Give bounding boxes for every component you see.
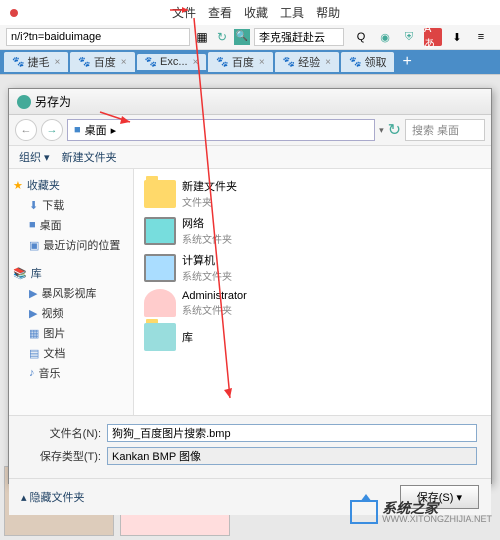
tree-favorites[interactable]: ★收藏夹 (13, 175, 129, 195)
filename-label: 文件名(N): (23, 425, 101, 441)
refresh-nav-icon[interactable]: ↻ (388, 120, 401, 140)
chevron-up-icon: ▴ (21, 491, 27, 504)
close-icon[interactable]: × (54, 57, 60, 68)
list-item[interactable]: Administrator系统文件夹 (142, 286, 483, 320)
new-folder-button[interactable]: 新建文件夹 (62, 149, 117, 165)
paw-icon: 🐾 (283, 57, 295, 68)
music-icon: ♪ (29, 367, 35, 379)
chevron-right-icon: ▸ (111, 124, 117, 137)
desktop-icon: ■ (74, 124, 81, 136)
menu-fav[interactable]: 收藏 (244, 4, 268, 21)
save-as-dialog: 另存为 ← → ■ 桌面 ▸ ▾ ↻ 搜索 桌面 组织 ▾ 新建文件夹 ★收藏夹… (8, 88, 492, 484)
tree-documents[interactable]: ▤文档 (13, 343, 129, 363)
star-icon: ★ (13, 179, 23, 192)
close-icon[interactable]: × (121, 57, 127, 68)
close-icon[interactable]: × (259, 57, 265, 68)
refresh-icon[interactable]: ↻ (214, 29, 230, 45)
filetype-label: 保存类型(T): (23, 448, 101, 464)
video-icon: ▶ (29, 287, 37, 300)
ie-icon (17, 95, 31, 109)
dialog-title: 另存为 (35, 93, 71, 110)
tab-2[interactable]: 🐾百度× (70, 52, 134, 72)
location-box[interactable]: ■ 桌面 ▸ (67, 119, 375, 141)
search-icon[interactable]: 🔍 (234, 29, 250, 45)
new-tab-button[interactable]: + (396, 51, 417, 73)
close-icon[interactable]: × (325, 57, 331, 68)
more-icon[interactable]: ≡ (472, 28, 490, 46)
picture-icon: ▦ (29, 327, 39, 340)
network-icon (144, 217, 176, 245)
desktop-icon: ■ (29, 219, 36, 231)
library-icon: 📚 (13, 267, 27, 280)
paw-icon: 🐾 (349, 57, 361, 68)
menu-help[interactable]: 帮助 (316, 4, 340, 21)
nav-back-button[interactable]: ← (15, 119, 37, 141)
translate-icon[interactable]: Aあ (424, 28, 442, 46)
tool-icon-1[interactable]: Q (352, 28, 370, 46)
tab-6[interactable]: 🐾领取 (341, 52, 394, 72)
hide-folders-toggle[interactable]: ▴隐藏文件夹 (21, 489, 85, 505)
tree-libraries[interactable]: 📚库 (13, 263, 129, 283)
tree-desktop[interactable]: ■桌面 (13, 215, 129, 235)
paw-icon: 🐾 (12, 57, 24, 68)
organize-button[interactable]: 组织 ▾ (19, 149, 50, 165)
browser-search-input[interactable] (254, 28, 344, 46)
recent-icon: ▣ (29, 239, 39, 252)
tree-pictures[interactable]: ▦图片 (13, 323, 129, 343)
tool-icon-3[interactable]: ⛨ (400, 28, 418, 46)
tab-1[interactable]: 🐾捷毛× (4, 52, 68, 72)
document-icon: ▤ (29, 347, 39, 360)
filetype-select[interactable] (107, 447, 477, 465)
watermark: 系统之家WWW.XITONGZHIJIA.NET (350, 500, 492, 524)
list-item[interactable]: 库 (142, 320, 483, 354)
tab-3[interactable]: 🐾Exc...× (137, 54, 207, 70)
url-input[interactable] (6, 28, 190, 46)
watermark-logo-icon (350, 500, 378, 524)
tree-music[interactable]: ♪音乐 (13, 363, 129, 383)
folder-icon (144, 180, 176, 208)
list-item[interactable]: 新建文件夹文件夹 (142, 175, 483, 212)
library-icon (144, 323, 176, 351)
tab-5[interactable]: 🐾经验× (275, 52, 339, 72)
nav-forward-button[interactable]: → (41, 119, 63, 141)
paw-icon: 🐾 (78, 57, 90, 68)
paw-icon: 🐾 (216, 57, 228, 68)
download-icon[interactable]: ⬇ (448, 28, 466, 46)
dialog-search-input[interactable]: 搜索 桌面 (405, 119, 485, 141)
paw-icon: 🐾 (145, 57, 157, 68)
user-icon (144, 289, 176, 317)
video-icon: ▶ (29, 307, 37, 320)
menu-tools[interactable]: 工具 (280, 4, 304, 21)
list-item[interactable]: 计算机系统文件夹 (142, 249, 483, 286)
tree-downloads[interactable]: ⬇下载 (13, 195, 129, 215)
window-dot (10, 9, 18, 17)
location-dropdown[interactable]: ▾ (379, 125, 384, 136)
tree-recent[interactable]: ▣最近访问的位置 (13, 235, 129, 255)
tree-videos[interactable]: ▶视频 (13, 303, 129, 323)
file-list: 新建文件夹文件夹 网络系统文件夹 计算机系统文件夹 Administrator系… (134, 169, 491, 415)
list-item[interactable]: 网络系统文件夹 (142, 212, 483, 249)
folder-tree: ★收藏夹 ⬇下载 ■桌面 ▣最近访问的位置 📚库 ▶暴风影视库 ▶视频 ▦图片 … (9, 169, 134, 415)
qr-icon[interactable]: ▦ (194, 29, 210, 45)
menu-view[interactable]: 查看 (208, 4, 232, 21)
tool-icon-2[interactable]: ◉ (376, 28, 394, 46)
download-folder-icon: ⬇ (29, 199, 38, 212)
tab-4[interactable]: 🐾百度× (208, 52, 272, 72)
tree-video-lib[interactable]: ▶暴风影视库 (13, 283, 129, 303)
menu-file[interactable]: 文件 (172, 4, 196, 21)
close-icon[interactable]: × (193, 57, 199, 68)
computer-icon (144, 254, 176, 282)
filename-input[interactable] (107, 424, 477, 442)
